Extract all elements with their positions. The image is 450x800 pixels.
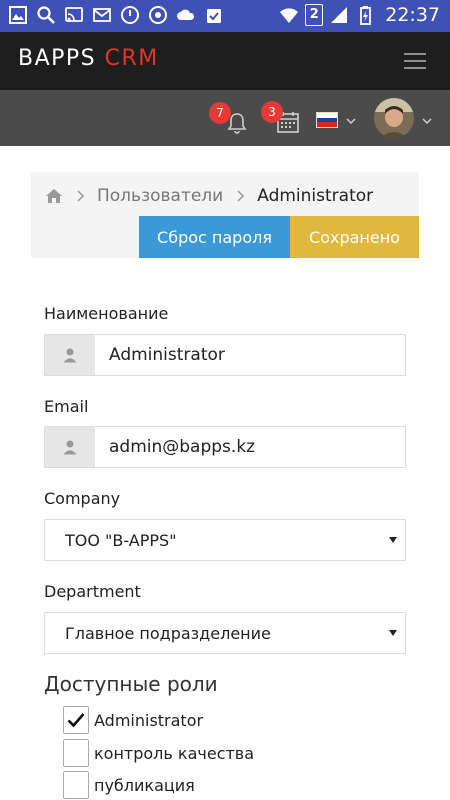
chevron-down-icon[interactable]: [346, 116, 356, 126]
chrome-icon: [149, 6, 167, 24]
email-field[interactable]: [95, 427, 405, 467]
role-checkbox[interactable]: [63, 739, 89, 767]
search-icon: [37, 6, 55, 24]
breadcrumb-users-link[interactable]: Пользователи: [97, 186, 223, 206]
role-checkbox[interactable]: [63, 706, 89, 734]
caret-down-icon: [389, 537, 397, 543]
user-icon: [63, 440, 77, 455]
brand-name: BAPPS: [18, 46, 97, 71]
hamburger-menu-button[interactable]: [404, 51, 428, 71]
brand-accent: CRM: [104, 46, 159, 71]
signal-icon: [331, 7, 348, 23]
language-flag-russia[interactable]: [316, 112, 338, 128]
cast-icon: [65, 7, 83, 22]
app-header: BAPPS CRM: [0, 32, 450, 90]
brand-logo[interactable]: BAPPS CRM: [18, 46, 159, 71]
saved-button[interactable]: Сохранено: [290, 216, 419, 258]
chevron-right-icon: [77, 190, 85, 202]
role-checkbox[interactable]: [63, 771, 89, 799]
user-addon: [45, 427, 95, 467]
role-item: Administrator: [63, 706, 203, 734]
role-label: публикация: [94, 775, 195, 795]
breadcrumb: Пользователи Administrator: [45, 184, 373, 208]
role-item: контроль качества: [63, 739, 254, 767]
user-addon: [45, 335, 95, 375]
department-selected-value: Главное подразделение: [65, 624, 271, 643]
chevron-right-icon: [237, 190, 245, 202]
company-select[interactable]: ТОО "B-APPS": [44, 519, 406, 561]
mail-icon: [93, 8, 111, 22]
name-input[interactable]: [95, 335, 405, 375]
cloud-icon: [177, 9, 195, 20]
email-input-group: [44, 426, 406, 468]
sim-slot-indicator: 2: [305, 4, 324, 26]
name-input-group: [44, 334, 406, 376]
notifications-badge: 7: [209, 102, 231, 124]
company-label: Company: [44, 489, 121, 508]
company-selected-value: ТОО "B-APPS": [65, 531, 177, 550]
clock: 22:37: [385, 4, 440, 26]
calendar-badge: 3: [261, 101, 283, 123]
role-item: публикация: [63, 771, 195, 799]
email-label: Email: [44, 397, 89, 416]
top-toolbar: 7 3: [0, 90, 450, 146]
role-label: Administrator: [94, 710, 204, 730]
department-label: Department: [44, 582, 141, 601]
wifi-icon: [280, 8, 299, 23]
breadcrumb-current: Administrator: [257, 186, 374, 206]
role-label: контроль качества: [94, 743, 255, 763]
status-bar: 2 22:37: [0, 0, 450, 32]
avatar[interactable]: [374, 98, 414, 138]
reset-password-button[interactable]: Сброс пароля: [139, 216, 290, 258]
power-circle-icon: [121, 6, 139, 24]
department-select[interactable]: Главное подразделение: [44, 612, 406, 654]
user-icon: [63, 348, 77, 363]
clipboard-check-icon: [207, 9, 221, 23]
roles-heading: Доступные роли: [44, 672, 218, 696]
name-label: Наименование: [44, 304, 169, 323]
checkmark-icon: [67, 713, 85, 728]
gallery-icon: [9, 6, 27, 24]
chevron-down-icon[interactable]: [422, 116, 432, 126]
home-icon[interactable]: [45, 188, 63, 204]
battery-charging-icon: [360, 6, 372, 25]
caret-down-icon: [389, 630, 397, 636]
page-header-card: Пользователи Administrator Сброс пароля …: [31, 172, 419, 258]
